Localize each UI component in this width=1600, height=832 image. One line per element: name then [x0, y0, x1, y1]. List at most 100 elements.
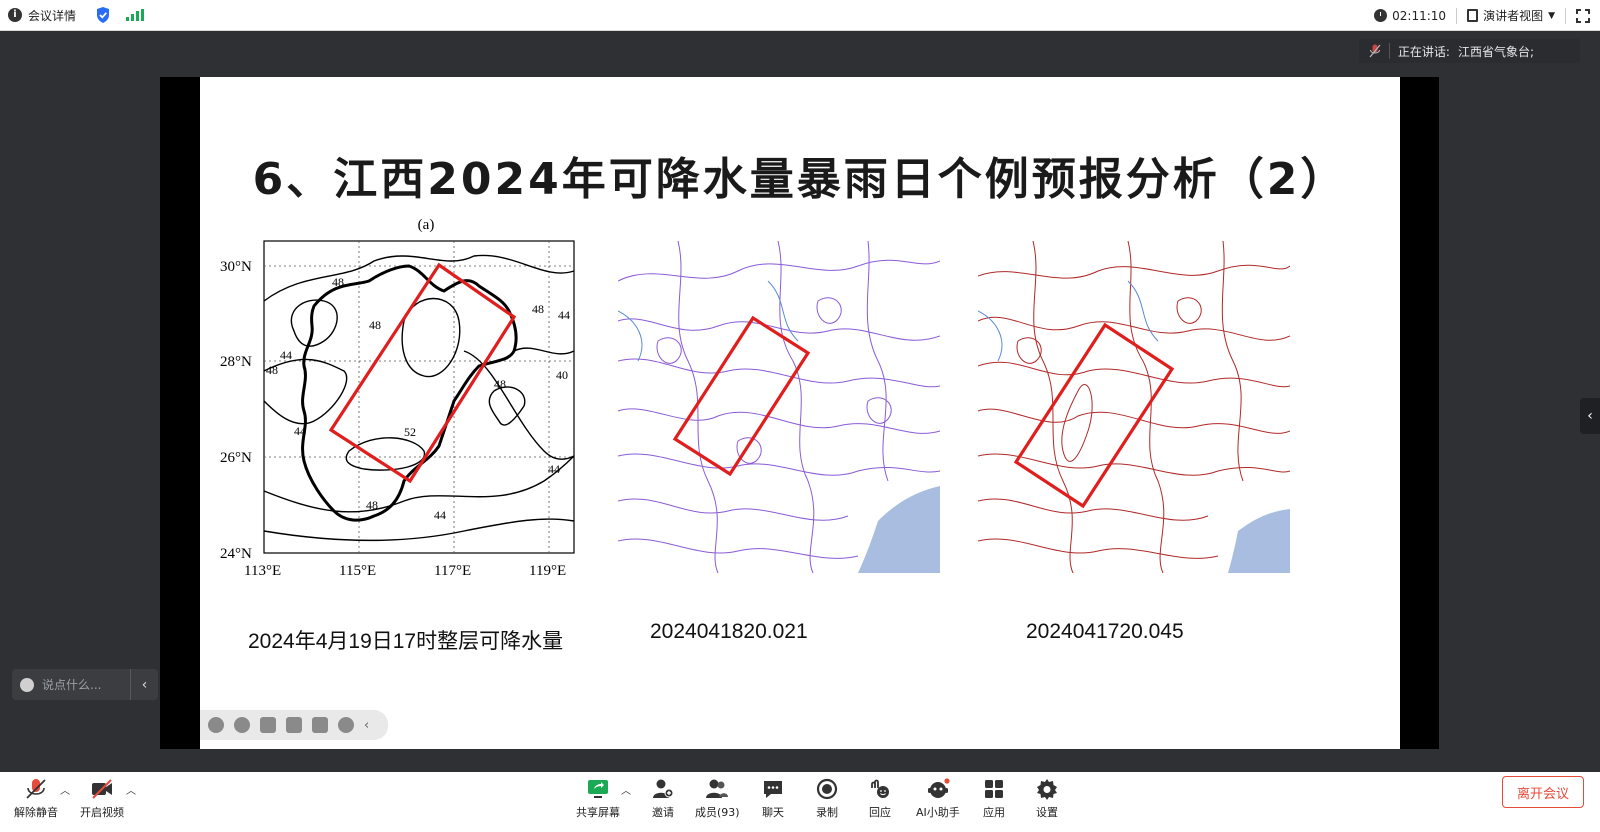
start-video-button[interactable]: 开启视频 — [80, 778, 124, 820]
screenshot-icon[interactable] — [286, 717, 302, 733]
y-tick: 26°N — [220, 450, 252, 466]
emoji-icon[interactable] — [20, 677, 34, 692]
collapse-chat-icon[interactable]: ‹ — [130, 669, 158, 700]
svg-text:48: 48 — [332, 275, 344, 289]
svg-text:44: 44 — [294, 424, 306, 438]
gear-icon — [1037, 779, 1057, 800]
x-tick: 115°E — [339, 563, 376, 579]
shared-screen: 6、江西2024年可降水量暴雨日个例预报分析（2） (a) 48 44 48 4… — [160, 77, 1439, 749]
reaction-icon — [871, 779, 889, 798]
x-tick: 119°E — [529, 563, 566, 579]
members-label: 成员(93) — [695, 806, 740, 819]
apps-label: 应用 — [983, 806, 1005, 819]
video-off-icon — [92, 779, 112, 799]
info-icon[interactable]: i — [8, 8, 22, 22]
forecast-contour-map-b — [618, 241, 940, 573]
more-icon[interactable] — [338, 717, 354, 733]
record-icon — [816, 778, 838, 800]
svg-text:44: 44 — [434, 508, 446, 522]
unmute-button[interactable]: 解除静音 — [14, 778, 58, 820]
chevron-up-icon[interactable]: ︿ — [60, 782, 70, 797]
slide-title: 6、江西2024年可降水量暴雨日个例预报分析（2） — [252, 154, 1348, 205]
svg-text:48: 48 — [266, 363, 278, 377]
svg-text:48: 48 — [532, 302, 544, 316]
title-bar: i 会议详情 02:11:10 演讲者视图 ▼ — [0, 0, 1600, 31]
chat-icon — [764, 781, 782, 798]
svg-text:44: 44 — [280, 348, 292, 362]
clock-icon — [1374, 9, 1388, 22]
reactions-button[interactable]: 回应 — [868, 778, 892, 820]
share-screen-icon — [588, 780, 608, 798]
chevron-up-icon[interactable]: ︿ — [126, 782, 136, 797]
members-icon — [706, 779, 729, 798]
svg-text:52: 52 — [404, 425, 416, 439]
caption-c: 2024041720.045 — [1026, 620, 1184, 643]
x-tick: 113°E — [244, 563, 281, 579]
collapse-icon[interactable]: ‹ — [364, 718, 369, 733]
timer-text: 02:11:10 — [1392, 8, 1447, 23]
svg-text:48: 48 — [366, 498, 378, 512]
divider — [1565, 7, 1566, 24]
caption-b: 2024041820.021 — [650, 620, 808, 643]
layout-icon — [1467, 9, 1479, 22]
chevron-down-icon: ▼ — [1548, 10, 1555, 21]
speaking-label: 正在讲话: — [1397, 44, 1450, 59]
pwv-contour-map-a: (a) 48 44 48 44 48 52 48 44 48 44 40 48 … — [220, 217, 575, 579]
side-panel-toggle-icon[interactable]: ‹ — [1580, 398, 1600, 434]
apps-grid-icon — [985, 780, 1003, 798]
previous-icon[interactable] — [208, 717, 224, 733]
panel-label: (a) — [418, 217, 435, 233]
camera-icon[interactable] — [312, 717, 328, 733]
record-button[interactable]: 录制 — [815, 778, 839, 820]
fullscreen-icon[interactable] — [1576, 8, 1590, 23]
signal-strength-icon[interactable] — [126, 9, 145, 21]
meeting-timer: 02:11:10 — [1374, 9, 1446, 23]
chat-button[interactable]: 聊天 — [761, 778, 785, 820]
svg-text:40: 40 — [556, 368, 568, 382]
ai-assistant-button[interactable]: AI小助手 — [916, 778, 960, 820]
view-mode-label: 演讲者视图 — [1483, 9, 1544, 23]
chat-input-bubble[interactable]: 说点什么... ‹ — [12, 669, 158, 700]
y-tick: 24°N — [220, 546, 252, 562]
meeting-toolbar: 解除静音 ︿ 开启视频 ︿ 共享屏幕 ︿ 邀请 成员(93) 聊天 录制 回应 … — [0, 772, 1600, 832]
security-shield-icon[interactable] — [96, 7, 110, 23]
speaking-indicator: 正在讲话: 江西省气象台; — [1358, 39, 1580, 63]
view-mode-dropdown[interactable]: 演讲者视图 ▼ — [1467, 7, 1555, 24]
y-tick: 28°N — [220, 354, 252, 370]
meeting-details-link[interactable]: 会议详情 — [28, 7, 76, 24]
reactions-label: 回应 — [869, 806, 891, 819]
add-person-icon — [653, 779, 674, 798]
share-screen-label: 共享屏幕 — [576, 806, 620, 819]
invite-button[interactable]: 邀请 — [651, 778, 675, 820]
start-video-label: 开启视频 — [80, 806, 124, 819]
mic-muted-icon — [1369, 44, 1381, 58]
members-button[interactable]: 成员(93) — [695, 778, 740, 820]
apps-button[interactable]: 应用 — [982, 778, 1006, 820]
record-label: 录制 — [816, 806, 838, 819]
pen-icon[interactable] — [260, 717, 276, 733]
chat-label: 聊天 — [762, 806, 784, 819]
mic-muted-icon — [26, 779, 46, 799]
settings-label: 设置 — [1036, 806, 1058, 819]
share-screen-button[interactable]: 共享屏幕 — [576, 778, 620, 820]
presentation-toolbar: ‹ — [200, 710, 388, 740]
next-icon[interactable] — [234, 717, 250, 733]
chat-placeholder[interactable]: 说点什么... — [42, 676, 101, 693]
ai-assistant-icon — [927, 778, 950, 798]
ai-assistant-label: AI小助手 — [916, 806, 960, 819]
speaker-name: 江西省气象台; — [1457, 44, 1534, 59]
x-tick: 117°E — [434, 563, 471, 579]
divider — [1388, 43, 1390, 59]
settings-button[interactable]: 设置 — [1035, 778, 1059, 820]
leave-meeting-button[interactable]: 离开会议 — [1502, 776, 1584, 808]
chevron-up-icon[interactable]: ︿ — [621, 782, 631, 797]
caption-a: 2024年4月19日17时整层可降水量 — [248, 630, 564, 653]
invite-label: 邀请 — [652, 806, 674, 819]
svg-text:44: 44 — [558, 308, 570, 322]
forecast-contour-map-c — [978, 241, 1290, 573]
unmute-label: 解除静音 — [14, 806, 58, 819]
divider — [1456, 7, 1458, 24]
presentation-slide: 6、江西2024年可降水量暴雨日个例预报分析（2） (a) 48 44 48 4… — [200, 77, 1400, 749]
svg-text:44: 44 — [548, 462, 560, 476]
y-tick: 30°N — [220, 259, 252, 275]
